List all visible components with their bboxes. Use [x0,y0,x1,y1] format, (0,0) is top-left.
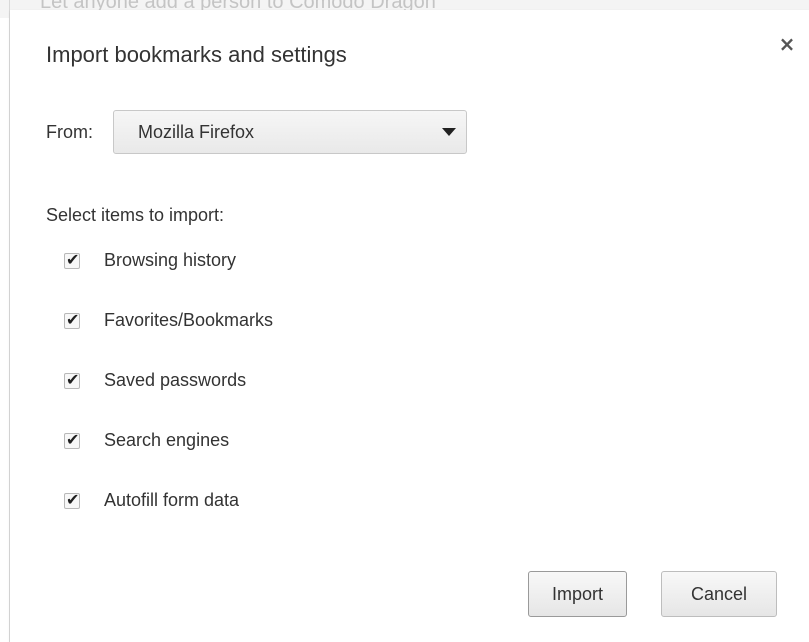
checkmark-icon: ✔ [66,310,80,329]
checkmark-icon: ✔ [66,490,80,509]
saved-passwords-label: Saved passwords [104,370,247,390]
browsing-history-checkbox[interactable]: ✔ [64,250,80,269]
select-items-label: Select items to import: [46,205,225,225]
close-icon[interactable]: × [775,32,799,56]
autofill-form-data-checkbox[interactable]: ✔ [64,490,80,509]
dialog-title: Import bookmarks and settings [46,42,347,67]
checkmark-icon: ✔ [66,250,80,269]
search-engines-checkbox[interactable]: ✔ [64,430,80,449]
favorites-bookmarks-label: Favorites/Bookmarks [104,310,274,330]
saved-passwords-checkbox[interactable]: ✔ [64,370,80,389]
checkmark-icon: ✔ [66,430,80,449]
from-label: From: [46,122,93,142]
dropdown-arrow-icon [442,128,456,136]
autofill-form-data-label: Autofill form data [104,490,240,510]
import-button[interactable]: Import [528,571,627,617]
import-dialog: Import bookmarks and settings × From: Mo… [10,10,809,642]
favorites-bookmarks-checkbox[interactable]: ✔ [64,310,80,329]
checkmark-icon: ✔ [66,370,80,389]
browser-select-value: Mozilla Firefox [138,122,255,142]
search-engines-label: Search engines [104,430,230,450]
browsing-history-label: Browsing history [104,250,237,270]
browser-select[interactable]: Mozilla Firefox [113,110,467,154]
cancel-button[interactable]: Cancel [661,571,777,617]
